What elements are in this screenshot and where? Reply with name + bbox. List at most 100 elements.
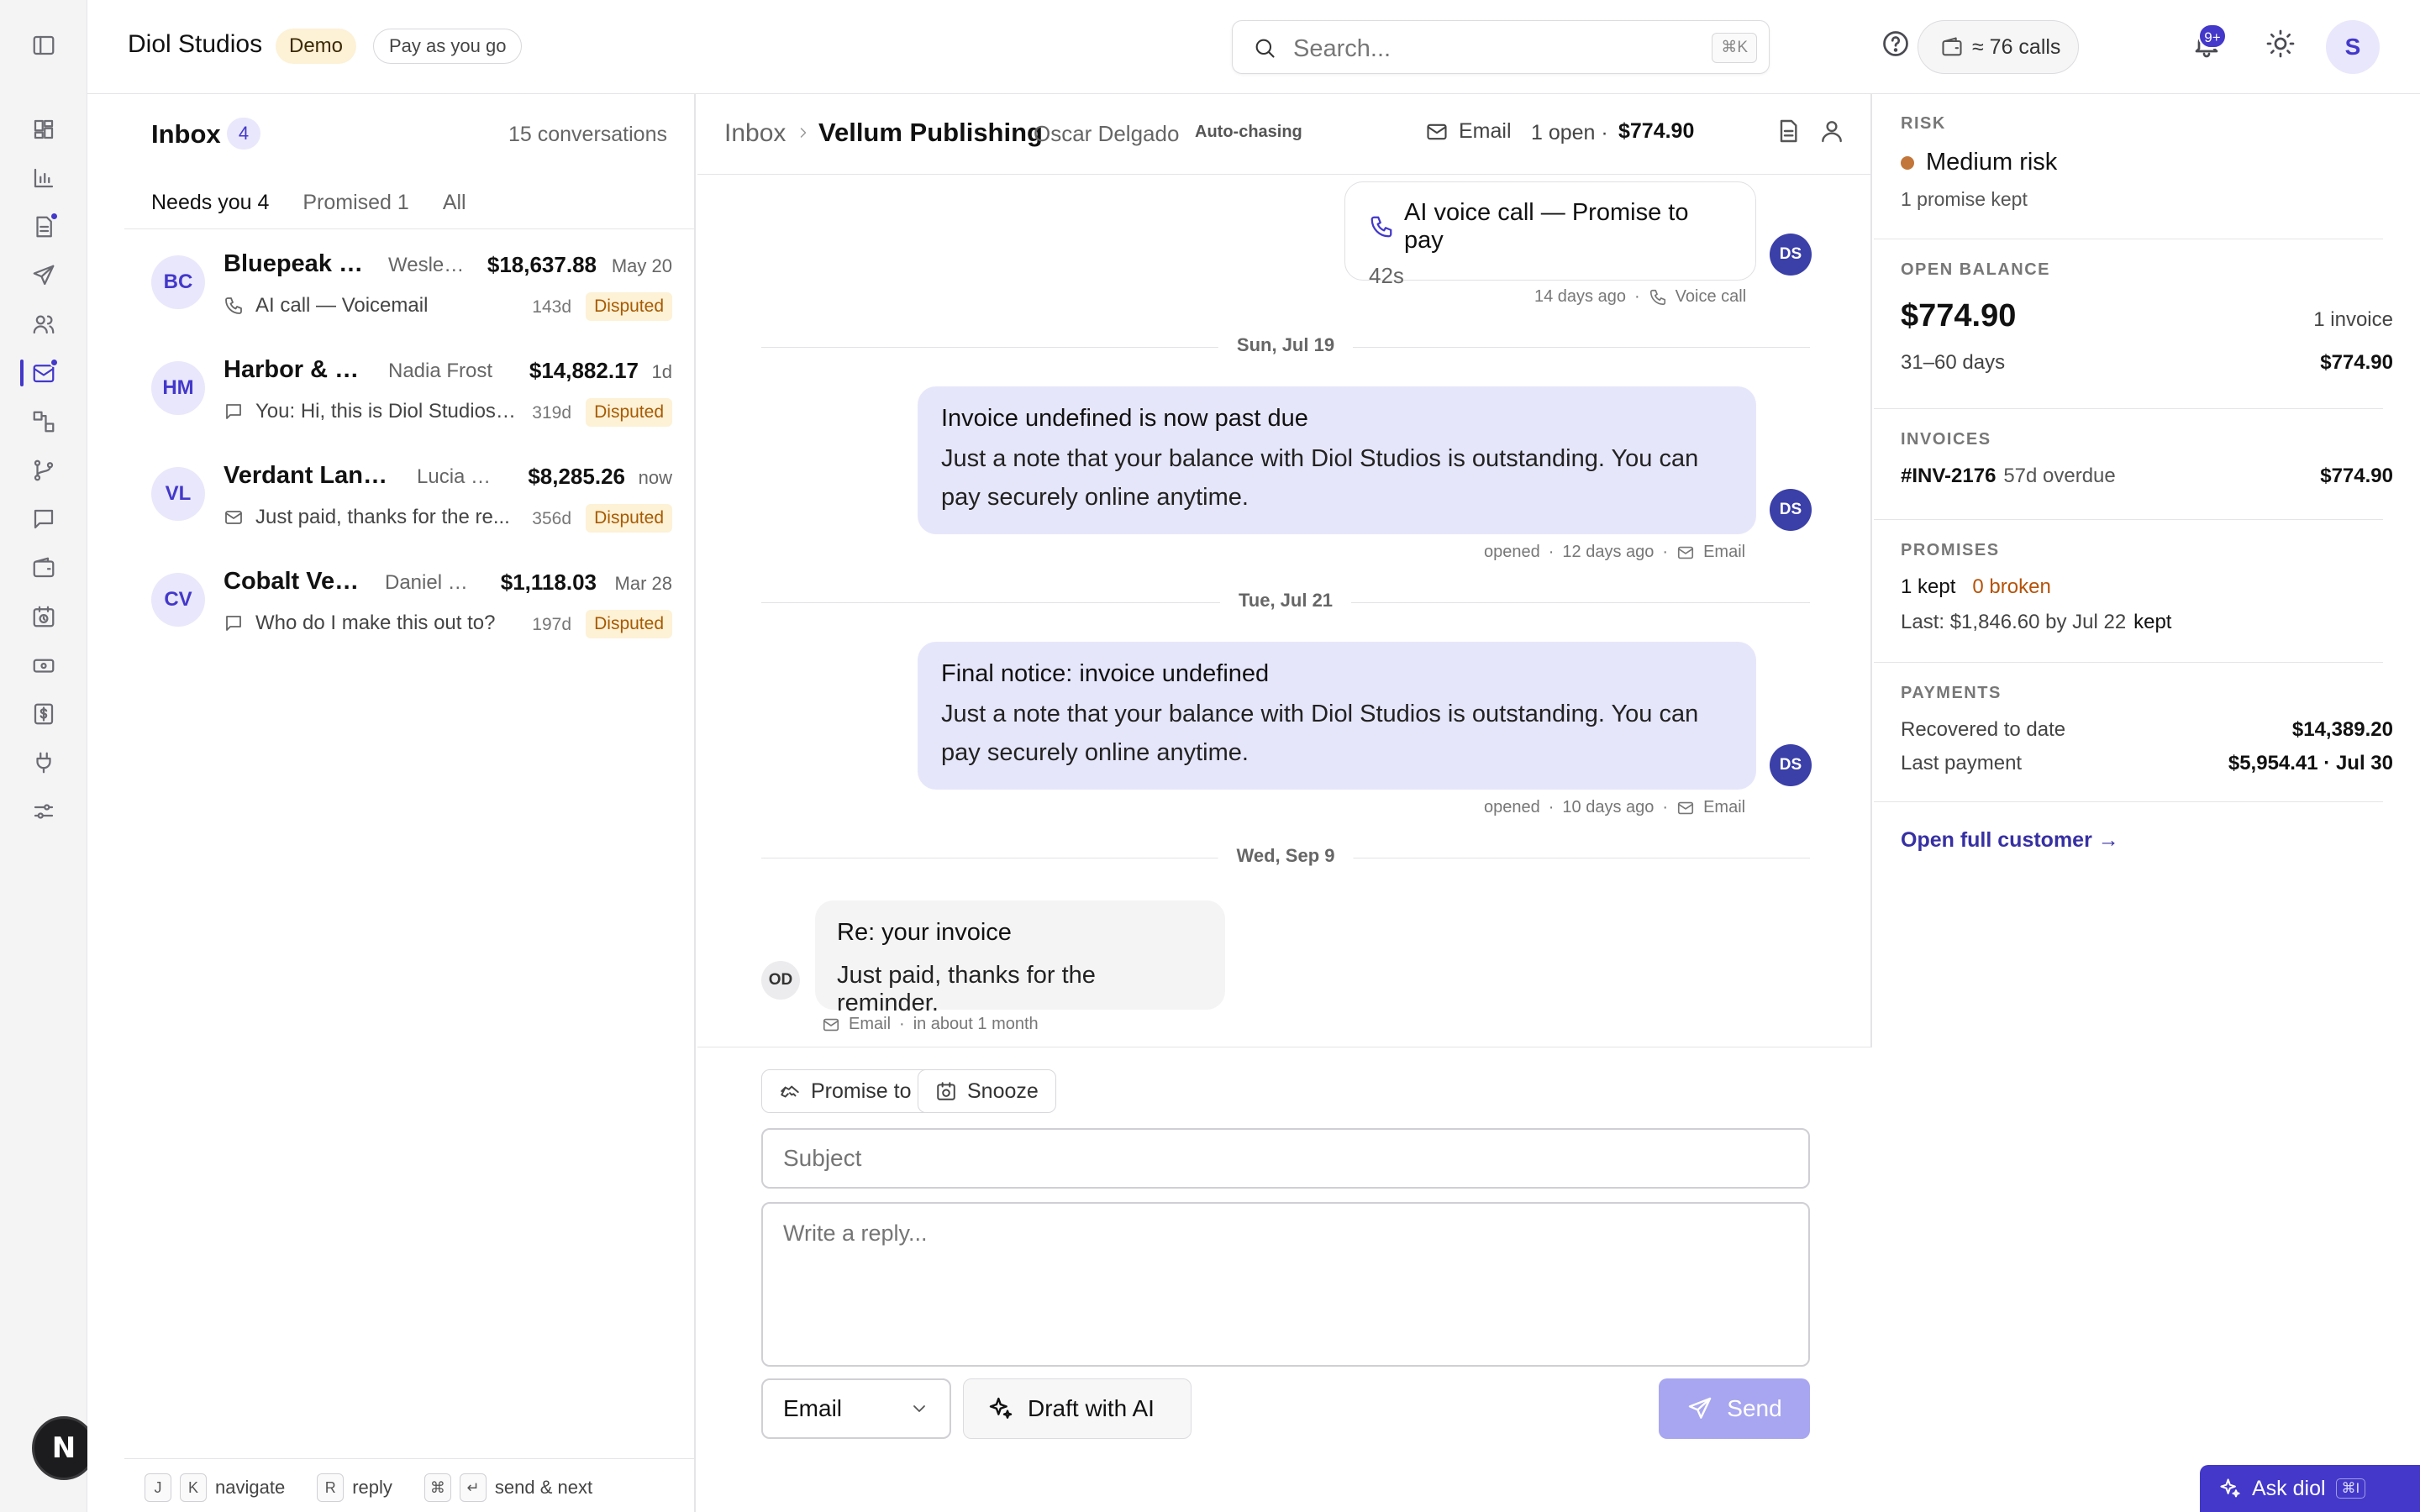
snippet: AI call — Voicemail	[255, 294, 429, 317]
mail-icon	[1676, 799, 1695, 817]
avatar: HM	[151, 361, 205, 415]
contact-name: Nadia Frost	[388, 360, 493, 382]
search-input[interactable]: Search...	[1293, 35, 1391, 63]
list-item[interactable]: CV Cobalt Vent... Daniel R... $1,118.03 …	[151, 561, 672, 662]
inbox-list-panel: Inbox 4 15 conversations Needs you 4 Pro…	[87, 94, 696, 1512]
recovered-label: Recovered to date	[1901, 718, 2066, 741]
plug-icon[interactable]	[27, 746, 60, 780]
sidebar-toggle-icon[interactable]	[27, 29, 60, 62]
avatar: VL	[151, 467, 205, 521]
call-title: AI voice call — Promise to pay	[1404, 199, 1689, 254]
promises-kept: 1 kept	[1901, 575, 1956, 598]
age: 143d	[532, 297, 571, 317]
separator-dot: ·	[1601, 121, 1608, 144]
card-icon[interactable]	[27, 648, 60, 682]
subject-input[interactable]	[761, 1128, 1810, 1189]
dashboard-icon[interactable]	[27, 113, 60, 146]
help-icon[interactable]	[1881, 29, 1914, 62]
chat-icon[interactable]	[27, 502, 60, 536]
date: May 20	[611, 255, 672, 276]
draft-with-ai-button[interactable]: Draft with AI	[963, 1378, 1192, 1439]
send-button[interactable]: Send	[1659, 1378, 1810, 1439]
chat-icon	[224, 402, 245, 423]
key-cmd: ⌘	[424, 1473, 451, 1502]
list-item[interactable]: HM Harbor & Main Nadia Frost $14,882.17 …	[151, 349, 672, 450]
status-badge: Disputed	[586, 610, 672, 638]
section-label: PROMISES	[1901, 541, 2000, 559]
customer-name: Cobalt Vent...	[224, 568, 371, 595]
button-label: Draft with AI	[1028, 1395, 1155, 1421]
settings-icon[interactable]	[27, 795, 60, 828]
snooze-button[interactable]: Snooze	[918, 1069, 1056, 1113]
document-icon[interactable]	[1775, 118, 1805, 148]
theme-toggle-icon[interactable]	[2265, 29, 2299, 62]
keyboard-shortcuts: J K navigate R reply ⌘ ↵ send & next	[145, 1473, 592, 1502]
incoming-message: Re: your invoice Just paid, thanks for t…	[815, 900, 1225, 1016]
channel-select[interactable]: Email	[761, 1378, 951, 1439]
open-full-customer-link[interactable]: Open full customer →	[1901, 828, 2119, 853]
call-duration: 42s	[1369, 263, 1404, 288]
users-icon[interactable]	[27, 307, 60, 341]
promises-section: PROMISES 1 kept 0 broken Last: $1,846.60…	[1901, 541, 2393, 634]
branch-icon[interactable]	[27, 454, 60, 487]
plan-badge[interactable]: Pay as you go	[373, 29, 523, 64]
dollar-icon[interactable]	[27, 697, 60, 731]
age: 319d	[532, 403, 571, 423]
notification-dot	[50, 358, 59, 367]
workflow-icon[interactable]	[27, 405, 60, 438]
send-icon[interactable]	[27, 259, 60, 292]
reply-composer: Promise to pay Snooze Email Draft with A…	[697, 1047, 1872, 1512]
meta-time: 12 days ago	[1562, 543, 1655, 561]
section-label: RISK	[1901, 114, 1946, 133]
meta-status: opened	[1484, 543, 1540, 561]
button-label: Send	[1727, 1395, 1782, 1421]
calendar-icon[interactable]	[27, 600, 60, 633]
message-title: Re: your invoice	[837, 919, 1012, 946]
tab-promised[interactable]: Promised 1	[289, 178, 422, 227]
brand-name: Diol Studios	[128, 30, 263, 58]
sparkle-icon	[987, 1395, 1014, 1422]
tab-needs-you[interactable]: Needs you 4	[138, 178, 283, 227]
search-box[interactable]: Search... ⌘K	[1232, 20, 1770, 74]
channel-label: Email	[1459, 119, 1512, 143]
customer-title: Vellum Publishing	[818, 118, 1043, 147]
invoice-overdue: 57d overdue	[2003, 465, 2116, 487]
user-avatar[interactable]: S	[2326, 20, 2380, 74]
phone-icon	[224, 296, 245, 318]
message-title: Invoice undefined is now past due	[941, 405, 1308, 432]
divider	[1874, 662, 2383, 663]
ask-diol-button[interactable]: Ask diol ⌘I	[2200, 1465, 2420, 1512]
date: now	[638, 467, 672, 488]
chat-icon	[224, 613, 245, 635]
message-title: Final notice: invoice undefined	[941, 660, 1270, 687]
snippet: Who do I make this out to?	[255, 612, 496, 634]
balance-value: $774.90	[1901, 298, 2017, 333]
mail-icon	[822, 1016, 840, 1034]
sender-avatar: DS	[1770, 489, 1812, 531]
tab-all[interactable]: All	[429, 178, 480, 227]
age: 356d	[532, 509, 571, 528]
section-label: INVOICES	[1901, 430, 1991, 449]
breadcrumb-inbox[interactable]: Inbox	[724, 119, 786, 148]
document-icon[interactable]	[27, 210, 60, 244]
list-item[interactable]: VL Verdant Lands... Lucia M... $8,285.26…	[151, 455, 672, 556]
list-item[interactable]: BC Bluepeak C... Wesley... $18,637.88 Ma…	[151, 244, 672, 344]
invoices-section: INVOICES #INV-2176 57d overdue $774.90	[1901, 430, 2393, 488]
invoice-row[interactable]: #INV-2176 57d overdue $774.90	[1901, 465, 2393, 488]
chart-icon[interactable]	[27, 161, 60, 195]
wallet-icon[interactable]	[27, 551, 60, 585]
calls-balance-button[interactable]: ≈ 76 calls	[1918, 20, 2079, 74]
button-label: Ask diol	[2252, 1476, 2326, 1500]
shortcut-label: reply	[352, 1477, 392, 1498]
meta-time: 10 days ago	[1562, 798, 1655, 816]
risk-value: Medium risk	[1926, 149, 2058, 176]
divider	[124, 1458, 696, 1459]
app-logo-button[interactable]: N	[32, 1416, 96, 1480]
reply-textarea[interactable]	[761, 1202, 1810, 1367]
divider	[124, 228, 696, 229]
person-icon[interactable]	[1818, 118, 1849, 148]
invoice-id[interactable]: #INV-2176	[1901, 465, 1996, 487]
avatar: CV	[151, 573, 205, 627]
risk-dot	[1901, 155, 1914, 170]
inbox-icon[interactable]	[27, 356, 60, 390]
